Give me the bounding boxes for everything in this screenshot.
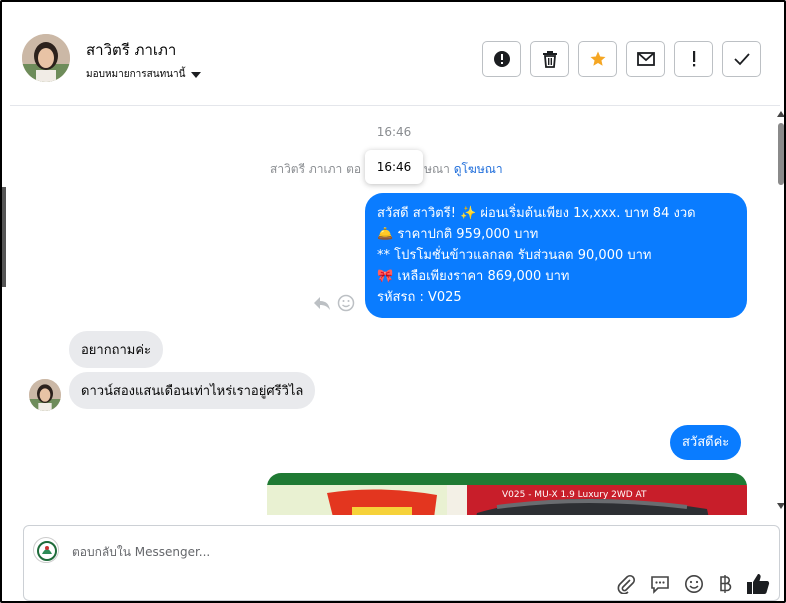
scroll-thumb[interactable] [778, 123, 784, 185]
page-avatar [33, 537, 59, 563]
incoming-message[interactable]: ดาวน์สองแสนเดือนเท่าไหร่เราอยู่ศรีวิไล [69, 372, 316, 409]
promo-line: ** โปรโมชั่นข้าวแลกลด รับส่วนลด 90,000 บ… [377, 248, 652, 263]
react-icon[interactable] [337, 294, 355, 312]
message-thread[interactable]: 16:46 สาวิตรี ภาเภา ตอ ษณา ดูโฆษณา 16:46 … [10, 107, 778, 515]
contact-name: สาวิตรี ภาเภา [86, 41, 177, 59]
exclamation-icon [692, 51, 695, 67]
promo-line: สวัสดี สาวิตรี! ✨ ผ่อนเริ่มต้นเพียง 1x,x… [377, 206, 696, 221]
ad-reference-suffix: ษณา [424, 162, 450, 176]
thumbs-up-icon[interactable] [746, 573, 770, 595]
star-button[interactable] [578, 41, 617, 77]
promo-line: 🎀 เหลือเพียงราคา 869,000 บาท [377, 269, 570, 284]
scroll-down-arrow-icon[interactable] [777, 503, 784, 509]
contact-avatar-small [29, 379, 61, 411]
reply-composer[interactable]: ตอบกลับใน Messenger... [23, 525, 780, 601]
timestamp: 16:46 [376, 125, 412, 139]
trash-icon [542, 51, 557, 68]
mark-spam-button[interactable] [482, 41, 521, 77]
baht-icon[interactable] [718, 574, 732, 594]
emoji-icon[interactable] [684, 574, 704, 594]
message-input[interactable]: ตอบกลับใน Messenger... [72, 543, 210, 562]
delete-button[interactable] [530, 41, 569, 77]
incoming-message[interactable]: อยากถามค่ะ [69, 331, 164, 368]
thread-scrollbar[interactable] [777, 107, 784, 515]
time-tooltip: 16:46 [365, 150, 423, 184]
caret-down-icon [191, 71, 202, 78]
follow-up-button[interactable] [674, 41, 713, 77]
header-actions [482, 41, 761, 77]
check-icon [733, 53, 750, 66]
message-actions [313, 294, 355, 312]
paperclip-icon[interactable] [616, 574, 636, 594]
promo-line: รหัสรถ : V025 [377, 290, 462, 305]
promo-line: 🛎️ ราคาปกติ 959,000 บาท [377, 227, 539, 242]
saved-reply-icon[interactable] [650, 574, 670, 594]
star-icon [590, 51, 605, 66]
reply-icon[interactable] [313, 295, 331, 311]
envelope-icon [636, 52, 655, 66]
conversation-header: สาวิตรี ภาเภา มอบหมายการสนทนานี้ [10, 6, 780, 106]
scroll-up-arrow-icon[interactable] [777, 111, 784, 117]
alert-circle-icon [493, 51, 510, 67]
contact-avatar[interactable] [22, 34, 70, 82]
outgoing-message[interactable]: สวัสดีค่ะ [670, 425, 742, 460]
view-ad-link[interactable]: ดูโฆษณา [454, 162, 503, 176]
image-attachment[interactable]: V025 - MU-X 1.9 Luxury 2WD AT [267, 473, 747, 515]
assign-label: มอบหมายการสนทนานี้ [86, 69, 186, 80]
mark-unread-button[interactable] [626, 41, 665, 77]
image-caption: V025 - MU-X 1.9 Luxury 2WD AT [502, 490, 647, 500]
composer-tools [616, 573, 770, 595]
promo-message-bubble[interactable]: สวัสดี สาวิตรี! ✨ ผ่อนเริ่มต้นเพียง 1x,x… [365, 193, 747, 318]
assign-conversation-dropdown[interactable]: มอบหมายการสนทนานี้ [86, 67, 202, 82]
mark-done-button[interactable] [722, 41, 761, 77]
inbox-window: สาวิตรี ภาเภา มอบหมายการสนทนานี้ 16:46 ส… [0, 0, 786, 603]
left-edge-handle [2, 187, 6, 287]
ad-reference-prefix: สาวิตรี ภาเภา ตอ [270, 162, 362, 176]
